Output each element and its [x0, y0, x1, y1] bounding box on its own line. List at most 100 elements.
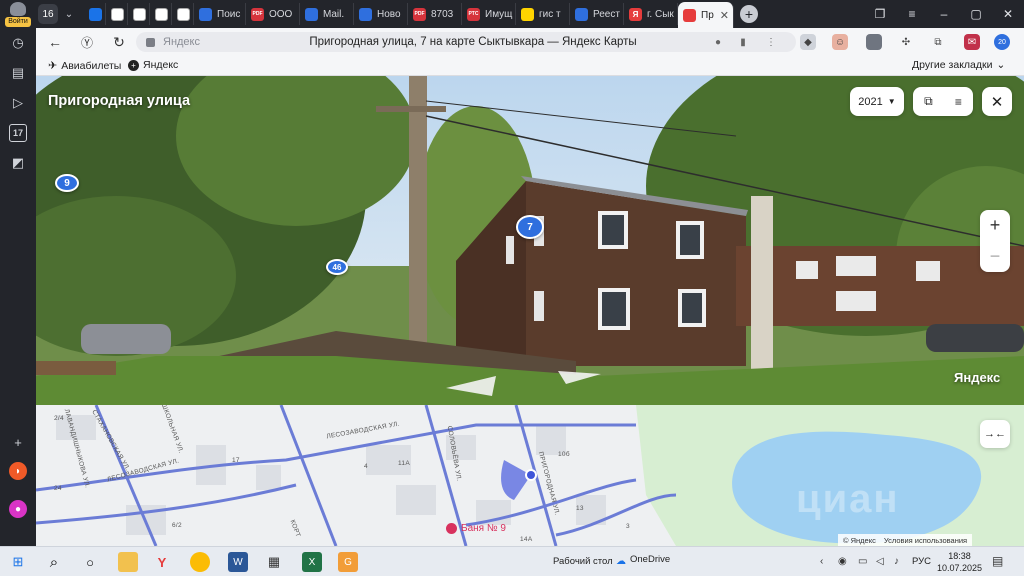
- house-number: 2/4: [54, 415, 64, 422]
- bookmark-label: Авиабилеты: [61, 59, 122, 72]
- zoom-out-button[interactable]: −: [980, 241, 1010, 272]
- yandex-browser-icon[interactable]: Y: [152, 552, 172, 572]
- speaker-icon[interactable]: ♪: [894, 556, 899, 567]
- browser-tab[interactable]: гис т: [516, 3, 570, 25]
- house-number-marker[interactable]: 46: [326, 259, 348, 275]
- terms-link[interactable]: Условия использования: [884, 536, 967, 545]
- browser-tab[interactable]: РТС Имущ: [462, 3, 516, 25]
- onedrive-label[interactable]: OneDrive: [630, 554, 670, 565]
- house-number-marker[interactable]: 7: [516, 215, 544, 239]
- minimize-button[interactable]: –: [928, 0, 960, 28]
- close-window-button[interactable]: ✕: [992, 0, 1024, 28]
- calculator-icon[interactable]: ▦: [264, 552, 284, 572]
- house-number-marker[interactable]: 9: [55, 174, 79, 192]
- messenger-icon[interactable]: ◩: [9, 154, 27, 172]
- close-panorama-button[interactable]: ✕: [982, 87, 1012, 116]
- close-tab-icon[interactable]: ✕: [720, 9, 729, 22]
- zoom-control: + −: [980, 210, 1010, 272]
- avatar-extension-icon[interactable]: ☺: [832, 34, 848, 50]
- browser-tab[interactable]: Яг. Сык: [624, 3, 678, 25]
- add-sidebar-icon[interactable]: +: [9, 433, 27, 451]
- other-bookmarks[interactable]: Другие закладки ⌄: [912, 59, 1005, 71]
- share-extension-icon[interactable]: ⧉: [930, 34, 946, 50]
- browser-menu-icon[interactable]: ≡: [896, 0, 928, 28]
- browser-tab[interactable]: Ново: [354, 3, 408, 25]
- network-icon[interactable]: ▭: [858, 556, 867, 567]
- tray-arrow-icon[interactable]: ‹: [820, 556, 823, 567]
- poi-bath[interactable]: Баня № 9: [446, 523, 506, 534]
- dropdown-triangle-icon: ▼: [887, 97, 896, 106]
- browser-tab[interactable]: Поис: [194, 3, 246, 25]
- windows-start-icon[interactable]: ⊞: [8, 552, 28, 572]
- puzzle-extensions-icon[interactable]: ✣: [898, 34, 914, 50]
- desktop-label[interactable]: Рабочий стол: [553, 556, 613, 567]
- file-explorer-icon[interactable]: [118, 552, 138, 572]
- new-tab-button[interactable]: +: [740, 5, 758, 23]
- search-icon[interactable]: ⌕: [44, 552, 64, 572]
- maximize-button[interactable]: ▢: [960, 0, 992, 28]
- poi-label: Баня № 9: [461, 523, 506, 534]
- street-panorama[interactable]: Пригородная улица 9 46 7 2021 ▼ ⧉ ≡ ✕ + …: [36, 76, 1024, 405]
- tab-label: 8703: [431, 8, 454, 20]
- bookmark-icon[interactable]: ▮: [736, 35, 750, 49]
- collections-sidebar-icon[interactable]: ▤: [9, 64, 27, 82]
- browser-tab[interactable]: [172, 3, 194, 25]
- location-pin-icon[interactable]: ●: [711, 35, 725, 49]
- play-icon[interactable]: ▷: [9, 94, 27, 112]
- browser-tab[interactable]: Mail.: [300, 3, 354, 25]
- more-options-icon[interactable]: ⋮: [764, 35, 778, 49]
- chrome-icon[interactable]: [190, 552, 210, 572]
- shield-extension-icon[interactable]: ◆: [800, 34, 816, 50]
- tab-favicon-icon: [133, 7, 146, 21]
- browser-tab[interactable]: Пр ✕: [678, 2, 734, 28]
- back-arrow-icon[interactable]: ←: [40, 28, 70, 56]
- profile-badge[interactable]: 20: [994, 34, 1010, 50]
- open-external-icon[interactable]: ⧉: [924, 94, 933, 109]
- tray-app-icon[interactable]: ◉: [838, 556, 847, 567]
- tab-label: Поис: [217, 8, 241, 20]
- browser-tab-strip: Войти 16 ⌄ Поис PDF ООО Mail. Ново PDF 8703 РТС…: [0, 0, 1024, 28]
- word-icon[interactable]: W: [228, 552, 248, 572]
- tab-label: Mail.: [323, 8, 345, 20]
- clock[interactable]: 18:38 10.07.2025: [937, 550, 982, 574]
- notifications-icon[interactable]: ▤: [992, 554, 1003, 568]
- bookmark-yandex[interactable]: + Яндекс: [128, 59, 178, 71]
- reload-icon[interactable]: ↻: [104, 28, 134, 56]
- browser-tab[interactable]: PDF ООО: [246, 3, 300, 25]
- year-selector[interactable]: 2021 ▼: [850, 87, 904, 116]
- yandex-home-icon[interactable]: Ⓨ: [72, 28, 102, 56]
- tab-favicon-icon: [155, 7, 168, 21]
- tab-label: Ново: [377, 8, 401, 20]
- browser-tab[interactable]: Реест: [570, 3, 624, 25]
- browser-tab[interactable]: [106, 3, 128, 25]
- alice-assistant-icon[interactable]: ●: [9, 500, 27, 518]
- volume-icon[interactable]: ◁: [876, 556, 884, 567]
- tab-count-badge[interactable]: 16: [38, 4, 58, 24]
- clock-date: 10.07.2025: [937, 563, 983, 573]
- url-bar[interactable]: Яндекс Пригородная улица, 7 на карте Сык…: [136, 32, 796, 52]
- zoom-in-button[interactable]: +: [980, 210, 1010, 241]
- app-orange-icon[interactable]: ◗: [9, 462, 27, 480]
- calendar-icon[interactable]: 17: [9, 124, 27, 142]
- excel-icon[interactable]: X: [302, 552, 322, 572]
- menu-lines-icon[interactable]: ≡: [955, 95, 962, 109]
- history-icon[interactable]: ◷: [9, 34, 27, 52]
- tabs-menu-chevron-icon[interactable]: ⌄: [58, 4, 80, 24]
- minimap[interactable]: ЛЕСОЗАВОДСКАЯ УЛ. СОЛОВЬЁВА УЛ. ЛЕСОЗАВО…: [36, 405, 1024, 546]
- browser-tab[interactable]: [150, 3, 172, 25]
- login-button[interactable]: Войти: [0, 0, 36, 28]
- bookmark-avia[interactable]: ✈ Авиабилеты: [48, 59, 122, 73]
- vpn-extension-icon[interactable]: [866, 34, 882, 50]
- year-value: 2021: [858, 95, 883, 108]
- browser-tab[interactable]: [84, 3, 106, 25]
- cortana-icon[interactable]: ○: [80, 552, 100, 572]
- app-g-icon[interactable]: G: [338, 552, 358, 572]
- browser-tab[interactable]: PDF 8703: [408, 3, 462, 25]
- mail-extension-icon[interactable]: ✉: [964, 34, 980, 50]
- collapse-map-button[interactable]: →←: [980, 420, 1010, 448]
- collections-icon[interactable]: ❐: [864, 0, 896, 28]
- language-indicator[interactable]: РУС: [912, 556, 931, 567]
- onedrive-icon[interactable]: ☁: [616, 556, 626, 567]
- tab-label: Реест: [593, 8, 620, 20]
- browser-tab[interactable]: [128, 3, 150, 25]
